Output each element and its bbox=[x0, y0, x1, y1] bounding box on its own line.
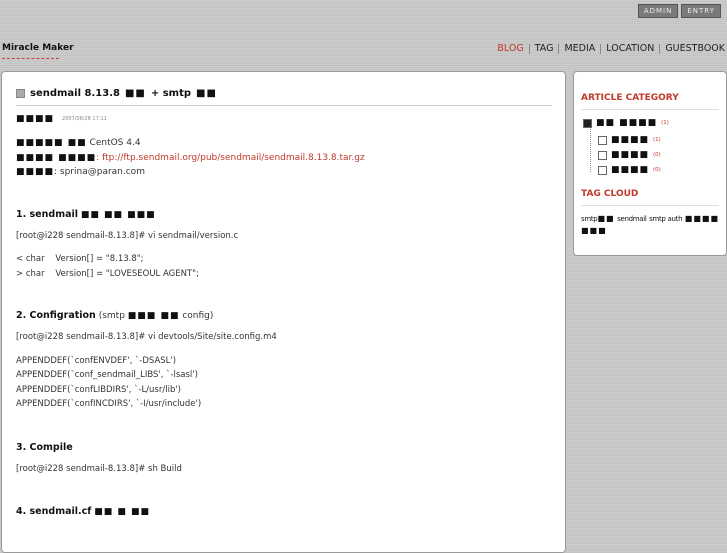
tag-sendmail[interactable]: sendmail bbox=[617, 215, 647, 223]
category-label: ■■ ■■■■ bbox=[596, 118, 658, 128]
nav-tag[interactable]: TAG bbox=[530, 43, 559, 54]
config-line: APPENDDEF(`confENVDEF', `-DSASL') bbox=[16, 355, 177, 366]
section-3-title: 3. Compile bbox=[16, 441, 73, 453]
category-root[interactable]: ■■ ■■■■ (1) bbox=[583, 118, 669, 128]
info-os: ■■■■■ ■■ CentOS 4.4 bbox=[16, 136, 552, 151]
nav-location[interactable]: LOCATION bbox=[601, 43, 659, 54]
tag-smtp[interactable]: smtp bbox=[581, 215, 598, 223]
title-divider bbox=[16, 105, 552, 106]
folder-icon bbox=[583, 118, 592, 128]
section-2-blocks: ■■■ ■■ bbox=[127, 311, 180, 321]
section-2-cmd: [root@i228 sendmail-8.13.8]# vi devtools… bbox=[16, 332, 277, 342]
section-2-pre: (smtp bbox=[98, 311, 125, 321]
nav-blog[interactable]: BLOG bbox=[492, 43, 528, 54]
section-1-title-blocks: ■■ ■■ ■■■ bbox=[80, 209, 156, 220]
section-1-line-2: > char Version[] = "LOVESEOUL AGENT"; bbox=[16, 268, 199, 279]
post-title-text-b: ■■ bbox=[124, 88, 146, 99]
category-count: (1) bbox=[661, 120, 669, 126]
info-author-key: ■■■■ bbox=[16, 167, 55, 177]
category-item[interactable]: ■■■■ (0) bbox=[598, 165, 661, 175]
info-author: ■■■■: sprina@paran.com bbox=[16, 165, 552, 180]
section-1: 1. sendmail ■■ ■■ ■■■ bbox=[16, 209, 552, 220]
category-item[interactable]: ■■■■ (1) bbox=[598, 135, 661, 145]
tag-cloud-rule bbox=[581, 205, 719, 206]
category-node-icon bbox=[598, 150, 607, 160]
post-author: ■■■■ bbox=[16, 114, 55, 124]
site-title-underline bbox=[2, 58, 59, 59]
post-title-text-c: + smtp bbox=[150, 88, 192, 99]
info-source-key: ■■■■ ■■■■ bbox=[16, 152, 97, 163]
post: sendmail 8.13.8 ■■ + smtp ■■ ■■■■ 2007/0… bbox=[16, 88, 552, 517]
info-author-value: : sprina@paran.com bbox=[54, 167, 145, 177]
section-2-post: config) bbox=[182, 311, 214, 321]
category-count: (1) bbox=[653, 137, 661, 143]
tag-cloud-heading: TAG CLOUD bbox=[581, 189, 639, 199]
info-os-value: CentOS 4.4 bbox=[89, 138, 141, 148]
post-bullet-icon bbox=[16, 89, 25, 98]
main-nav: BLOG TAG MEDIA LOCATION GUESTBOOK bbox=[492, 43, 725, 54]
config-line: APPENDDEF(`confINCDIRS', `-I/usr/include… bbox=[16, 399, 202, 409]
tag-smtp-auth[interactable]: smtp auth bbox=[649, 215, 682, 223]
category-label: ■■■■ bbox=[611, 135, 650, 145]
info-source: ■■■■ ■■■■: ftp://ftp.sendmail.org/pub/se… bbox=[16, 151, 552, 166]
section-3-cmd: [root@i228 sendmail-8.13.8]# sh Build bbox=[16, 463, 182, 474]
post-title-text-d: ■■ bbox=[196, 88, 217, 99]
post-date: 2007/06/28 17:11 bbox=[62, 116, 107, 122]
admin-button[interactable]: ADMIN bbox=[637, 4, 679, 18]
post-meta: ■■■■ 2007/06/28 17:11 bbox=[16, 114, 552, 124]
section-2-title: 2. Configration bbox=[16, 310, 96, 321]
sidebar-panel: ARTICLE CATEGORY ■■ ■■■■ (1) ■■■■ (1) ■■… bbox=[573, 71, 727, 256]
section-1-line-1: < char Version[] = "8.13.8"; bbox=[16, 254, 144, 264]
category-count: (0) bbox=[653, 167, 661, 173]
config-line: APPENDDEF(`confLIBDIRS', `-L/usr/lib') bbox=[16, 384, 181, 395]
tag-smtp-blocks[interactable]: ■■ bbox=[597, 214, 614, 223]
category-heading: ARTICLE CATEGORY bbox=[581, 93, 679, 103]
section-4-blocks: ■■ ■ ■■ bbox=[94, 507, 151, 517]
top-buttons: ADMIN ENTRY bbox=[637, 4, 721, 18]
tree-line bbox=[590, 127, 591, 172]
category-node-icon bbox=[598, 135, 607, 145]
entry-button[interactable]: ENTRY bbox=[681, 4, 721, 18]
section-2: 2. Configration (smtp ■■■ ■■ config) bbox=[16, 310, 552, 321]
post-title[interactable]: sendmail 8.13.8 ■■ + smtp ■■ bbox=[16, 88, 552, 99]
tag-cloud: smtp■■ sendmail smtp auth ■■■■ ■■■ bbox=[581, 213, 721, 237]
nav-media[interactable]: MEDIA bbox=[559, 43, 600, 54]
section-2-config: APPENDDEF(`confENVDEF', `-DSASL') APPEND… bbox=[16, 354, 552, 412]
category-item[interactable]: ■■■■ (0) bbox=[598, 150, 661, 160]
category-count: (0) bbox=[653, 152, 661, 158]
info-os-key: ■■■■■ ■■ bbox=[16, 138, 87, 148]
section-1-title: 1. sendmail bbox=[16, 208, 79, 220]
source-link[interactable]: ftp://ftp.sendmail.org/pub/sendmail/send… bbox=[102, 153, 365, 163]
category-label: ■■■■ bbox=[611, 150, 650, 160]
post-info: ■■■■■ ■■ CentOS 4.4 ■■■■ ■■■■: ftp://ftp… bbox=[16, 136, 552, 180]
site-title[interactable]: Miracle Maker bbox=[2, 43, 74, 53]
category-rule bbox=[581, 109, 719, 110]
category-node-icon bbox=[598, 165, 607, 175]
post-title-text-a: sendmail 8.13.8 bbox=[30, 88, 120, 99]
section-4-title: 4. sendmail.cf bbox=[16, 506, 92, 517]
config-line: APPENDDEF(`conf_sendmail_LIBS', `-lsasl'… bbox=[16, 370, 198, 380]
main-content-panel: sendmail 8.13.8 ■■ + smtp ■■ ■■■■ 2007/0… bbox=[1, 71, 566, 553]
section-1-cmd: [root@i228 sendmail-8.13.8]# vi sendmail… bbox=[16, 230, 239, 241]
category-label: ■■■■ bbox=[611, 165, 650, 175]
nav-guestbook[interactable]: GUESTBOOK bbox=[660, 43, 725, 54]
section-4: 4. sendmail.cf ■■ ■ ■■ bbox=[16, 506, 552, 517]
